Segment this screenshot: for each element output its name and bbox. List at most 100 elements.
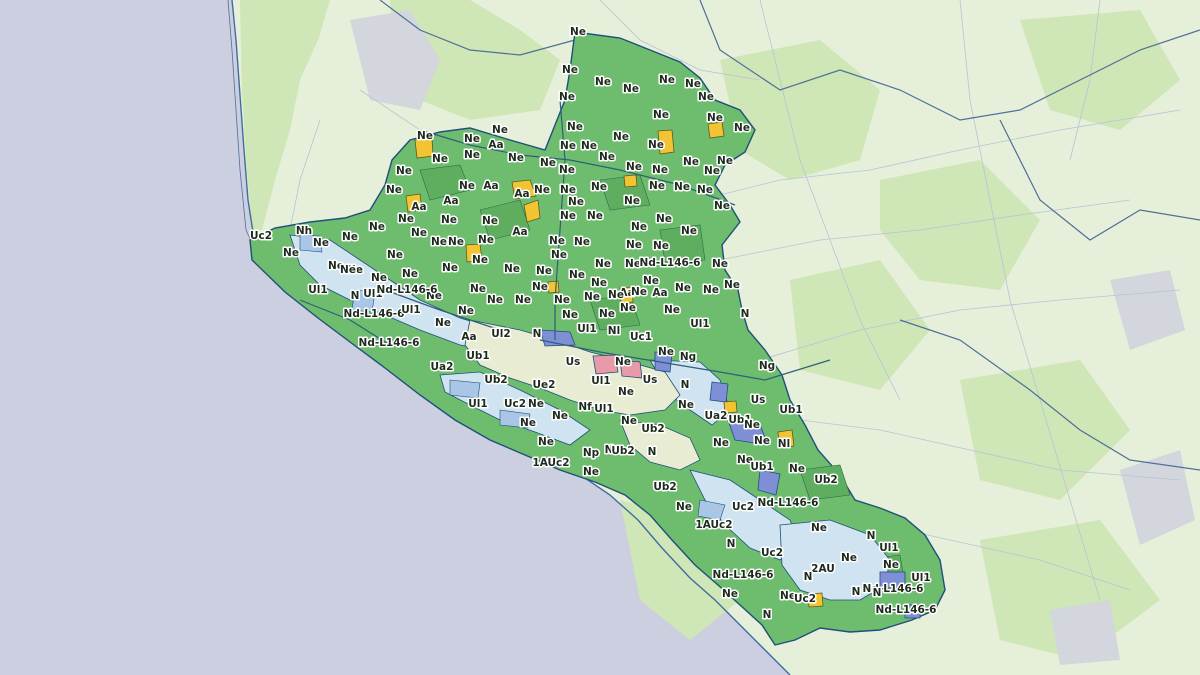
zone-label[interactable]: Ne (651, 163, 670, 178)
zone-label[interactable]: Ne (630, 220, 649, 235)
zone-label[interactable]: Ne (561, 308, 580, 323)
zone-label[interactable]: Nf (577, 400, 594, 415)
zone-label[interactable]: Ne (535, 264, 554, 279)
zone-label[interactable]: Nd-L146-6 (711, 568, 775, 583)
zone-label[interactable]: Ne (486, 293, 505, 308)
zone-label[interactable]: Ne (395, 164, 414, 179)
zone-label[interactable]: N (739, 307, 751, 322)
zone-label[interactable]: Ne (840, 551, 859, 566)
zone-label[interactable]: Ne (594, 75, 613, 90)
zone-label[interactable]: Ne (477, 233, 496, 248)
zone-label[interactable]: Ne (612, 130, 631, 145)
zone-label[interactable]: Aa (482, 179, 500, 194)
zone-label[interactable]: Ub2 (640, 422, 666, 437)
zone-label[interactable]: Nl (606, 324, 621, 339)
zone-label[interactable]: Np (581, 446, 601, 461)
zone-label[interactable]: Ua2 (703, 409, 729, 424)
zone-label[interactable]: N (761, 608, 773, 623)
zone-label[interactable]: Ua2 (429, 360, 455, 375)
zone-label[interactable]: Ne (743, 418, 762, 433)
zone-label[interactable]: Aa (651, 286, 669, 301)
zone-label[interactable]: Ne (594, 257, 613, 272)
zone-label[interactable]: Ne (503, 262, 522, 277)
zone-label[interactable]: 1AUc2 (531, 456, 571, 471)
zone-label[interactable]: Ne (463, 132, 482, 147)
zone-label[interactable]: Ne (410, 226, 429, 241)
zone-label[interactable]: Aa (511, 225, 529, 240)
zone-label[interactable]: Ub2 (483, 373, 509, 388)
zone-label[interactable]: Ne (697, 90, 716, 105)
zone-label[interactable]: Ne (663, 303, 682, 318)
zone-label[interactable]: Ne (469, 282, 488, 297)
zone-label[interactable]: Ne (567, 195, 586, 210)
zone-label[interactable]: Ul1 (576, 322, 598, 337)
zone-label[interactable]: Ne (622, 82, 641, 97)
zone-label[interactable]: Ul1 (689, 317, 711, 332)
zone-label[interactable]: Ne (463, 148, 482, 163)
zone-label[interactable]: Ul2 (490, 327, 512, 342)
zone-label[interactable]: Ne (721, 587, 740, 602)
zone-label[interactable]: N (349, 289, 361, 304)
zone-label[interactable]: Uc2 (730, 500, 755, 515)
zone-label[interactable]: Ne (788, 462, 807, 477)
zone-label[interactable]: Aa (410, 200, 428, 215)
zone-label[interactable]: Aa (460, 330, 478, 345)
zone-label[interactable]: Ne (527, 397, 546, 412)
zone-label[interactable]: N (725, 537, 737, 552)
zone-label[interactable]: Ne (434, 316, 453, 331)
zone-label[interactable]: Ne (598, 307, 617, 322)
zone-label[interactable]: N (871, 586, 883, 601)
zone-label[interactable]: Ne (559, 139, 578, 154)
zone-label[interactable]: Ne (753, 434, 772, 449)
zone-label[interactable]: Aa (442, 194, 460, 209)
zone-label[interactable]: Ne (682, 155, 701, 170)
zone-label[interactable]: Ne (531, 280, 550, 295)
zone-label[interactable]: Ne (684, 77, 703, 92)
zone-label[interactable]: Ne (583, 290, 602, 305)
zone-label[interactable]: N (646, 445, 658, 460)
zone-label[interactable]: Ne (551, 409, 570, 424)
zone-label[interactable]: Ne (548, 234, 567, 249)
zone-label[interactable]: Ne (675, 500, 694, 515)
zone-label[interactable]: Ne (312, 236, 331, 251)
zone-label[interactable]: Ne (623, 194, 642, 209)
zone-label[interactable]: Uc2 (502, 397, 527, 412)
zone-label[interactable]: N (531, 327, 543, 342)
zone-label[interactable]: Ne (706, 111, 725, 126)
zone-label[interactable]: Ng (678, 350, 697, 365)
zone-label[interactable]: Ne (416, 129, 435, 144)
zone-label[interactable]: Ne (702, 283, 721, 298)
zone-label[interactable]: Ne (590, 276, 609, 291)
zone-label[interactable]: Uc2 (792, 592, 817, 607)
zone-label[interactable]: Aa (513, 187, 531, 202)
zone-label[interactable]: Ne (712, 436, 731, 451)
zone-label[interactable]: Ne (341, 230, 360, 245)
zone-label[interactable]: Ne (401, 267, 420, 282)
zone-label[interactable]: Ub1 (465, 349, 491, 364)
zone-label[interactable]: Ne (582, 465, 601, 480)
zone-label[interactable]: Ne (507, 151, 526, 166)
zone-label[interactable]: Ne (630, 285, 649, 300)
zone-label[interactable]: Us (641, 373, 659, 388)
zone-label[interactable]: Ne (673, 180, 692, 195)
zone-label[interactable]: Ne (539, 156, 558, 171)
zone-label[interactable]: Ne (440, 213, 459, 228)
zone-label[interactable]: Ue2 (531, 378, 557, 393)
zone-label[interactable]: Ne (657, 345, 676, 360)
zone-label[interactable]: Ne (561, 63, 580, 78)
zone-label[interactable]: Nd-L146-6 (357, 336, 421, 351)
zone-label[interactable]: Ne (580, 139, 599, 154)
zone-label[interactable]: 2AU (810, 562, 837, 577)
zone-label[interactable]: Ne (696, 183, 715, 198)
zone-label[interactable]: Ne (457, 304, 476, 319)
zone-label[interactable]: Ng (757, 359, 776, 374)
zone-label[interactable]: Ne (711, 257, 730, 272)
zone-label[interactable]: Ne (586, 209, 605, 224)
zone-label[interactable]: Ne (397, 212, 416, 227)
zone-label[interactable]: Ne (568, 268, 587, 283)
zone-label[interactable]: Nd-L146-6 (756, 496, 820, 511)
zone-label[interactable]: Ne (647, 138, 666, 153)
zone-label[interactable]: Ne (447, 235, 466, 250)
zone-label[interactable]: Ne (590, 180, 609, 195)
zone-label[interactable]: Ne (652, 108, 671, 123)
